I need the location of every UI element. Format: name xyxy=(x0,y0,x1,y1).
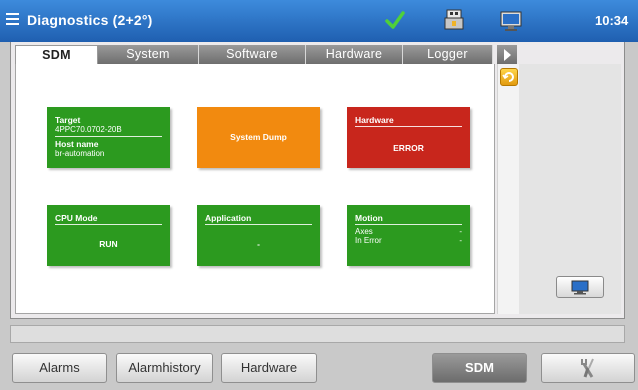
wrench-screwdriver-icon xyxy=(581,358,594,378)
tab-system[interactable]: System xyxy=(98,45,199,64)
service-button[interactable] xyxy=(541,353,635,383)
system-dump-label: System Dump xyxy=(230,132,287,142)
refresh-arrow-icon xyxy=(502,72,514,82)
tile-divider xyxy=(205,224,312,225)
tab-bar: SDM System Software Hardware Logger xyxy=(15,45,493,65)
usb-icon xyxy=(444,9,464,30)
title-bar: Diagnostics (2+2°) 10:34 xyxy=(0,0,638,42)
hardware-title: Hardware xyxy=(355,115,394,125)
menu-icon[interactable] xyxy=(6,13,19,25)
tile-divider xyxy=(55,136,162,137)
motion-tile[interactable]: Motion Axes - In Error - xyxy=(347,205,470,266)
sdm-button[interactable]: SDM xyxy=(432,353,527,383)
host-name-value: br-automation xyxy=(55,149,105,158)
alarms-button[interactable]: Alarms xyxy=(12,353,107,383)
tab-logger[interactable]: Logger xyxy=(403,45,493,64)
tab-software[interactable]: Software xyxy=(199,45,306,64)
application-tile[interactable]: Application - xyxy=(197,205,320,266)
cpu-mode-title: CPU Mode xyxy=(55,213,98,223)
tile-divider xyxy=(355,126,462,127)
hardware-tile[interactable]: Hardware ERROR xyxy=(347,107,470,168)
target-title: Target xyxy=(55,115,81,125)
motion-title: Motion xyxy=(355,213,383,223)
status-strip xyxy=(10,325,625,343)
application-status: - xyxy=(257,239,260,249)
tab-hardware[interactable]: Hardware xyxy=(306,45,403,64)
tab-sdm[interactable]: SDM xyxy=(15,45,98,65)
target-tile[interactable]: Target 4PPC70.0702-20B Host name br-auto… xyxy=(47,107,170,168)
hardware-status: ERROR xyxy=(393,143,424,153)
tile-divider xyxy=(55,224,162,225)
check-icon xyxy=(385,11,405,29)
tile-divider xyxy=(355,224,462,225)
tab-scroll-right-icon[interactable] xyxy=(497,45,517,64)
monitor-icon xyxy=(571,280,589,295)
application-title: Application xyxy=(205,213,252,223)
window-title: Diagnostics (2+2°) xyxy=(27,12,153,28)
host-name-label: Host name xyxy=(55,139,99,149)
target-value: 4PPC70.0702-20B xyxy=(55,125,122,134)
axes-label: Axes xyxy=(355,227,373,236)
in-error-label: In Error xyxy=(355,236,382,245)
screen-button[interactable] xyxy=(556,276,604,298)
axes-value: - xyxy=(459,227,462,236)
cpu-mode-tile[interactable]: CPU Mode RUN xyxy=(47,205,170,266)
system-dump-tile[interactable]: System Dump xyxy=(197,107,320,168)
monitor-icon xyxy=(500,11,522,31)
refresh-icon[interactable] xyxy=(500,68,518,86)
clock: 10:34 xyxy=(595,13,629,28)
sdm-content xyxy=(15,64,495,314)
cpu-mode-status: RUN xyxy=(99,239,118,249)
alarmhistory-button[interactable]: Alarmhistory xyxy=(116,353,213,383)
side-scroll-strip xyxy=(497,64,519,314)
in-error-value: - xyxy=(459,236,462,245)
hardware-button[interactable]: Hardware xyxy=(221,353,317,383)
